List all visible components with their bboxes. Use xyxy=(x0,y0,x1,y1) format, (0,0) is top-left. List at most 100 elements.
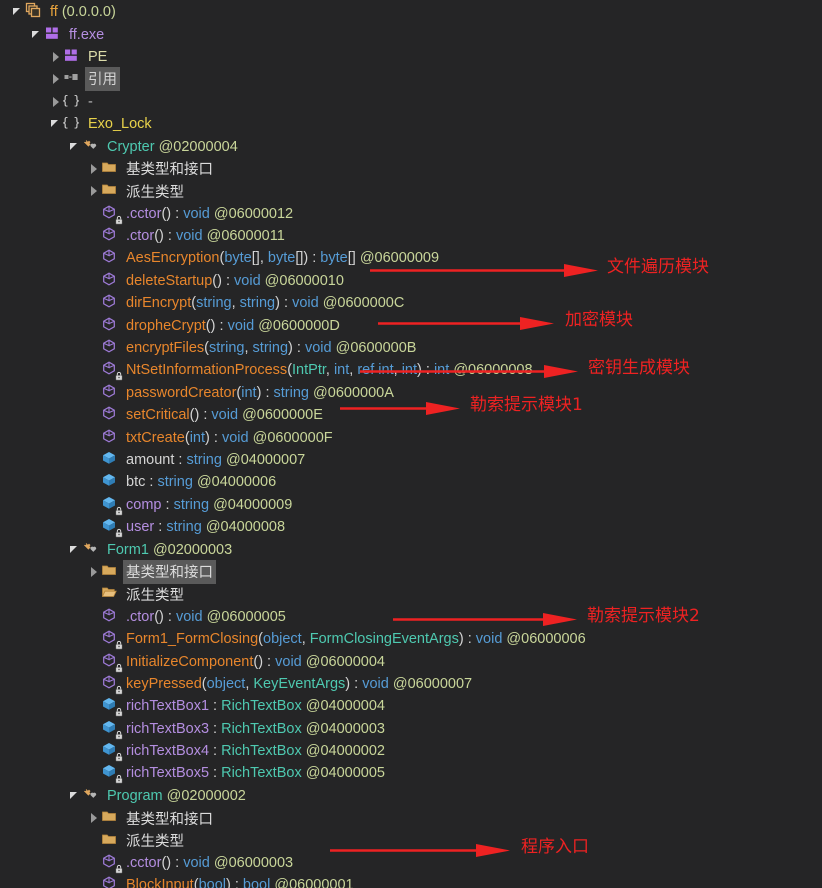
expander-collapse-icon[interactable] xyxy=(65,136,82,158)
annotation-label-anno-file-traversal: 文件遍历模块 xyxy=(607,257,709,277)
tree-row-label: Crypter @02000004 xyxy=(105,139,238,155)
tree-row-method-ctor-crypter[interactable]: .ctor() : void @06000011 xyxy=(0,225,822,247)
field-icon xyxy=(101,696,123,717)
text-token: : xyxy=(308,250,321,267)
text-token: amount xyxy=(126,452,175,468)
text-token: void xyxy=(221,429,249,446)
tree-row-method-form1-formclosing[interactable]: Form1_FormClosing(object, FormClosingEve… xyxy=(0,628,822,650)
expander-expand-icon[interactable] xyxy=(84,561,101,583)
method-icon xyxy=(101,271,121,291)
tree-row-form1-derived-types[interactable]: 派生类型 xyxy=(0,583,822,605)
tree-row-type-program[interactable]: Program @02000002 xyxy=(0,785,822,807)
tree-row-label: - xyxy=(86,94,93,110)
tree-row-namespace-exo-lock[interactable]: { } Exo_Lock xyxy=(0,113,822,135)
text-token: string xyxy=(196,295,232,312)
tree-row-label: btc : string @04000006 xyxy=(124,474,276,490)
expander-placeholder xyxy=(84,225,101,247)
tree-row-namespace-empty[interactable]: { }- xyxy=(0,91,822,113)
text-token: : xyxy=(261,384,274,401)
tree-row-assembly-ff[interactable]: ff (0.0.0.0) xyxy=(0,1,822,23)
tree-row-type-form1[interactable]: Form1 @02000003 xyxy=(0,538,822,560)
text-token: object xyxy=(206,675,246,692)
tree-row-crypter-derived-types[interactable]: 派生类型 xyxy=(0,180,822,202)
tree-row-field-richtextbox4[interactable]: richTextBox4 : RichTextBox @04000002 xyxy=(0,740,822,762)
tree-row-method-cctor-crypter[interactable]: .cctor() : void @06000012 xyxy=(0,203,822,225)
tree-row-type-crypter[interactable]: Crypter @02000004 xyxy=(0,135,822,157)
text-token: encryptFiles xyxy=(126,340,205,357)
tree-row-method-encryptfiles[interactable]: encryptFiles(string, string) : void @060… xyxy=(0,337,822,359)
text-token: object xyxy=(263,631,302,648)
text-token: @04000002 xyxy=(305,743,385,760)
tree-row-field-comp[interactable]: comp : string @04000009 xyxy=(0,494,822,516)
text-token: comp xyxy=(126,496,162,513)
expander-expand-icon[interactable] xyxy=(84,807,101,829)
tree-row-method-txtcreate[interactable]: txtCreate(int) : void @0600000F xyxy=(0,426,822,448)
expander-expand-icon[interactable] xyxy=(46,91,63,113)
text-token: void xyxy=(275,653,302,670)
method-icon xyxy=(101,607,121,627)
expander-collapse-icon[interactable] xyxy=(46,113,63,135)
text-token: : xyxy=(209,698,222,715)
text-token: richTextBox1 xyxy=(126,698,210,715)
tree-row-form1-base-types[interactable]: 基类型和接口 xyxy=(0,559,822,584)
text-token: FormClosingEventArgs xyxy=(309,631,459,648)
class-icon xyxy=(82,137,102,157)
text-token: .ctor xyxy=(126,608,155,625)
expander-placeholder xyxy=(84,628,101,650)
tree-row-method-initializecomponent[interactable]: InitializeComponent() : void @06000004 xyxy=(0,650,822,672)
tree-row-field-amount[interactable]: amount : string @04000007 xyxy=(0,449,822,471)
tree-row-label: encryptFiles(string, string) : void @060… xyxy=(124,340,416,356)
tree-row-method-direncrypt[interactable]: dirEncrypt(string, string) : void @06000… xyxy=(0,292,822,314)
tree-row-method-blockinput[interactable]: BlockInput(bool) : bool @06000001 xyxy=(0,874,822,888)
tree-row-label: PE xyxy=(86,49,107,65)
tree-row-field-btc[interactable]: btc : string @04000006 xyxy=(0,471,822,493)
expander-expand-icon[interactable] xyxy=(84,180,101,202)
method-icon xyxy=(101,316,121,336)
expander-placeholder xyxy=(84,449,101,471)
text-token: 基类型和接口 xyxy=(126,564,213,581)
text-token: @0600000F xyxy=(252,429,333,446)
tree-row-module-ff-exe[interactable]: ff.exe xyxy=(0,23,822,45)
tree-row-method-keypressed[interactable]: keyPressed(object, KeyEventArgs) : void … xyxy=(0,673,822,695)
text-token: richTextBox5 xyxy=(126,765,210,782)
tree-row-crypter-base-types[interactable]: 基类型和接口 xyxy=(0,158,822,180)
method-icon xyxy=(101,338,121,358)
expander-expand-icon[interactable] xyxy=(84,158,101,180)
tree-row-node-pe[interactable]: PE xyxy=(0,46,822,68)
text-token: dirEncrypt xyxy=(126,295,192,312)
tree-row-label: txtCreate(int) : void @0600000F xyxy=(124,430,333,446)
expander-expand-icon[interactable] xyxy=(46,68,63,90)
tree-row-field-user[interactable]: user : string @04000008 xyxy=(0,516,822,538)
text-token: : xyxy=(163,608,176,625)
expander-collapse-icon[interactable] xyxy=(27,24,44,46)
expander-expand-icon[interactable] xyxy=(46,46,63,68)
tree-row-label: 派生类型 xyxy=(124,181,184,202)
text-token: () xyxy=(161,205,172,222)
text-token: : xyxy=(209,743,222,760)
text-token: : xyxy=(350,675,363,692)
field-icon xyxy=(101,763,123,784)
text-token: @06000003 xyxy=(213,855,294,872)
expander-collapse-icon[interactable] xyxy=(65,785,82,807)
expander-collapse-icon[interactable] xyxy=(65,539,82,561)
lock-badge-icon xyxy=(114,730,124,740)
tree-row-label: Form1_FormClosing(object, FormClosingEve… xyxy=(124,631,586,647)
expander-placeholder xyxy=(84,651,101,673)
tree-row-field-richtextbox1[interactable]: richTextBox1 : RichTextBox @04000004 xyxy=(0,695,822,717)
expander-placeholder xyxy=(84,874,101,888)
tree-row-label: Form1 @02000003 xyxy=(105,542,232,558)
text-token: : xyxy=(171,855,184,872)
text-token: @04000004 xyxy=(305,698,385,715)
expander-collapse-icon[interactable] xyxy=(8,1,25,23)
text-token: @06000011 xyxy=(206,228,285,245)
annotation-arrow-anno-encryption xyxy=(378,315,554,331)
annotation-arrow-anno-ransom-note-1 xyxy=(340,400,460,416)
folder-closed-icon xyxy=(101,181,121,201)
assembly-tree-view[interactable]: ff (0.0.0.0)ff.exe PE 引用{ }-{ }Exo_Lock Cry… xyxy=(0,0,822,888)
tree-row-node-references[interactable]: 引用 xyxy=(0,67,822,92)
tree-row-program-base-types[interactable]: 基类型和接口 xyxy=(0,807,822,829)
tree-row-field-richtextbox5[interactable]: richTextBox5 : RichTextBox @04000005 xyxy=(0,762,822,784)
text-token: string xyxy=(239,295,276,312)
assembly-icon xyxy=(25,2,45,22)
tree-row-field-richtextbox3[interactable]: richTextBox3 : RichTextBox @04000003 xyxy=(0,718,822,740)
